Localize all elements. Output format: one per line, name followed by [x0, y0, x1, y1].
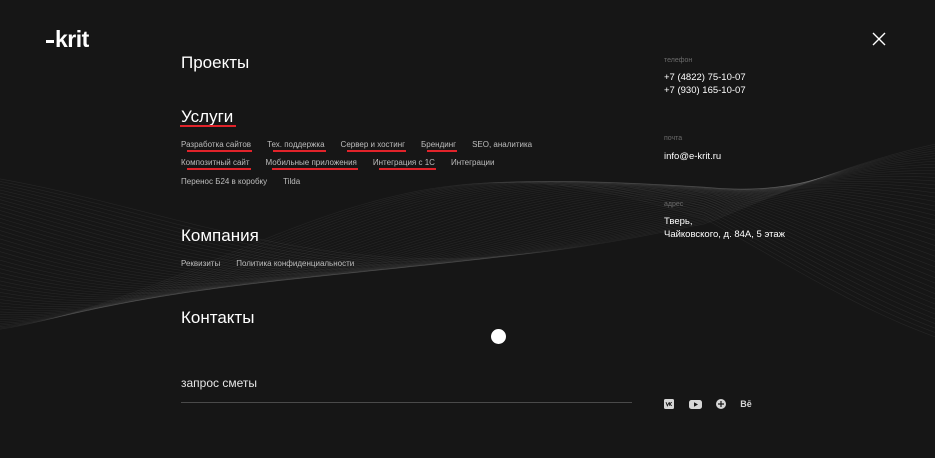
service-link[interactable]: Перенос Б24 в коробку — [181, 177, 267, 186]
address-line-2: Чайковского, д. 84А, 5 этаж — [664, 229, 785, 240]
services-links: Разработка сайтов Тех. поддержка Сервер и … — [181, 135, 548, 191]
estimate-request-line — [181, 402, 632, 403]
address-line-1: Тверь, — [664, 216, 693, 227]
wave-line — [0, 181, 935, 329]
wave-line — [0, 178, 935, 277]
wave-line — [0, 184, 935, 301]
company-link-requisites[interactable]: Реквизиты — [181, 259, 220, 268]
close-icon[interactable] — [869, 29, 889, 49]
logo[interactable]: krit — [46, 26, 89, 53]
services-row: Разработка сайтов Тех. поддержка Сервер и … — [181, 135, 548, 154]
wave-line — [0, 185, 935, 296]
service-link[interactable]: Мобильные приложения — [266, 158, 359, 171]
service-link[interactable]: Брендинг — [421, 140, 458, 152]
wave-line — [0, 187, 935, 283]
wave-line — [0, 181, 935, 316]
wave-line — [0, 186, 935, 282]
wave-line — [0, 181, 935, 313]
dribbble-icon[interactable] — [716, 398, 726, 410]
wave-line — [0, 188, 935, 285]
services-underline — [180, 125, 236, 127]
service-link[interactable]: Композитный сайт — [181, 158, 251, 171]
wave-line — [0, 183, 935, 305]
phone-1[interactable]: +7 (4822) 75-10-07 — [664, 71, 746, 84]
wave-line — [0, 183, 935, 303]
wave-line — [0, 188, 935, 287]
menu-company[interactable]: Компания — [181, 226, 259, 246]
wave-line — [0, 182, 935, 338]
wave-line — [0, 181, 935, 326]
logo-text: krit — [55, 26, 89, 52]
wave-line — [0, 187, 935, 292]
wave-line — [0, 176, 935, 276]
service-link[interactable]: Tilda — [283, 177, 300, 186]
company-links: Реквизиты Политика конфиденциальности — [181, 254, 370, 273]
wave-line — [0, 181, 935, 333]
menu-contacts[interactable]: Контакты — [181, 308, 254, 328]
service-link[interactable]: Интеграции — [451, 158, 495, 167]
email-link[interactable]: info@e-krit.ru — [664, 150, 721, 163]
wave-line — [0, 180, 935, 324]
logo-dash — [46, 40, 54, 43]
wave-line — [0, 180, 935, 320]
wave-line — [0, 188, 935, 290]
phone-label: телефон — [664, 57, 693, 64]
behance-icon[interactable]: Bē — [740, 398, 752, 410]
wave-line — [0, 180, 935, 322]
youtube-icon[interactable] — [688, 398, 702, 410]
wave-line — [0, 181, 935, 318]
company-link-privacy[interactable]: Политика конфиденциальности — [236, 259, 354, 268]
cursor-dot — [491, 329, 506, 344]
wave-line — [0, 188, 935, 289]
email-label: почта — [664, 135, 683, 142]
wave-line — [0, 181, 935, 278]
wave-line — [0, 184, 935, 281]
service-link[interactable]: Тех. поддержка — [267, 140, 327, 152]
wave-line — [0, 184, 935, 300]
estimate-request-link[interactable]: запрос сметы — [181, 376, 257, 390]
address-label: адрес — [664, 201, 684, 208]
service-link[interactable]: SEO, аналитика — [472, 140, 532, 149]
wave-line — [0, 186, 935, 295]
services-row: Перенос Б24 в коробку Tilda — [181, 172, 548, 191]
phone-2[interactable]: +7 (930) 165-10-07 — [664, 84, 746, 97]
wave-line — [0, 183, 935, 279]
service-link[interactable]: Сервер и хостинг — [341, 140, 407, 152]
services-row: Композитный сайт Мобильные приложения Инте… — [181, 154, 548, 173]
wave-line — [0, 186, 935, 293]
wave-line — [0, 182, 935, 309]
wave-line — [0, 181, 935, 311]
menu-projects[interactable]: Проекты — [181, 53, 249, 73]
wave-line — [0, 185, 935, 298]
service-link[interactable]: Разработка сайтов — [181, 140, 253, 152]
menu-services[interactable]: Услуги — [181, 107, 233, 127]
wave-line — [0, 182, 935, 307]
wave-line — [0, 188, 935, 286]
service-link[interactable]: Интеграция с 1С — [373, 158, 437, 171]
background-wave-lines — [0, 143, 935, 338]
vk-icon[interactable] — [664, 398, 674, 410]
